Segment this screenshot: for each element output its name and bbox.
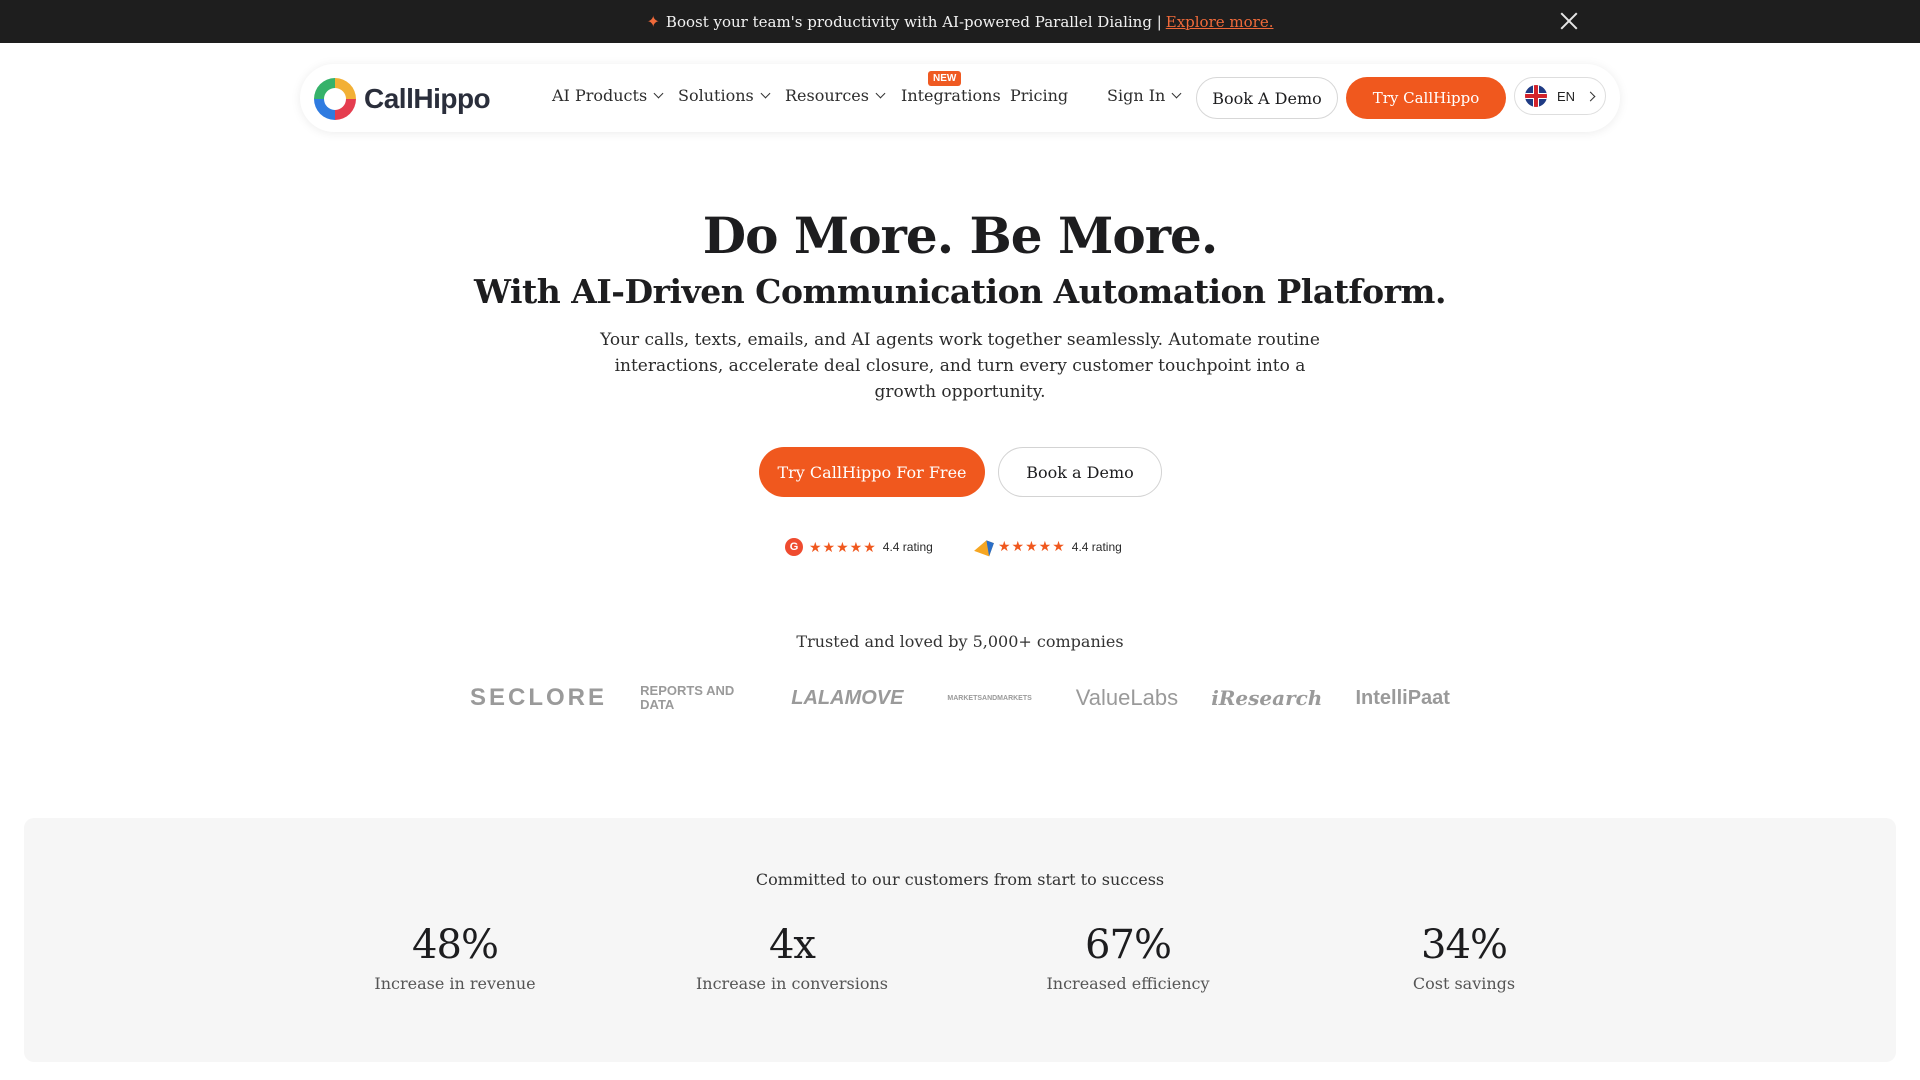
stat-label: Increase in conversions <box>695 974 889 993</box>
nav-item-pricing[interactable]: Pricing <box>1010 86 1068 105</box>
nav-item-integrations[interactable]: Integrations <box>901 86 1001 105</box>
chevron-down-icon <box>1171 88 1182 99</box>
customer-logos: SECLORE REPORTS AND DATA LALAMOVE MARKET… <box>470 678 1450 718</box>
language-selector[interactable]: EN <box>1514 77 1606 115</box>
chevron-down-icon <box>653 88 664 99</box>
brand-logo[interactable]: CallHippo <box>314 78 491 120</box>
callhippo-logo-icon <box>314 78 356 120</box>
announcement-text: Boost your team's productivity with AI-p… <box>665 12 1162 31</box>
customer-logo: MARKETSANDMARKETS <box>947 694 1032 702</box>
stat-value: 34% <box>1421 922 1508 968</box>
nav-item-label: Integrations <box>901 86 1001 105</box>
stat-value: 67% <box>1085 922 1172 968</box>
customer-logo: REPORTS AND DATA <box>640 683 735 712</box>
customer-logo: ValueLabs <box>1075 685 1179 710</box>
rating-stars: ★★★★★ <box>998 538 1066 554</box>
book-a-demo-button[interactable]: Book a Demo <box>998 447 1162 497</box>
chevron-right-icon <box>1585 91 1596 101</box>
brand-name: CallHippo <box>364 83 491 114</box>
nav-item-label: Solutions <box>678 86 754 105</box>
customer-logo: IntelliPaat <box>1355 686 1450 709</box>
g2-icon: G <box>785 538 803 556</box>
rating-stars: ★★★★★ <box>809 538 877 555</box>
stat-value: 4x <box>768 922 816 968</box>
stat-conversions: 4x Increase in conversions <box>662 922 922 993</box>
stat-label: Cost savings <box>1412 974 1516 993</box>
customer-logo: iResearch <box>1211 686 1323 710</box>
stats-heading: Committed to our customers from start to… <box>755 870 1165 889</box>
close-icon[interactable] <box>1556 8 1582 34</box>
sign-in-menu[interactable]: Sign In <box>1107 86 1182 105</box>
nav-item-solutions[interactable]: Solutions <box>678 86 771 105</box>
trusted-text: Trusted and loved by 5,000+ companies <box>796 632 1124 651</box>
customer-logo: LALAMOVE <box>791 686 904 709</box>
rating-label: 4.4 rating <box>882 540 933 554</box>
try-callhippo-button[interactable]: Try CallHippo <box>1346 77 1506 119</box>
hero-title: Do More. Be More. <box>702 206 1219 265</box>
uk-flag-icon <box>1525 85 1547 107</box>
stats-section: Committed to our customers from start to… <box>24 818 1896 1062</box>
sparkle-icon: ✦ <box>646 12 660 31</box>
nav-item-label: Resources <box>785 86 869 105</box>
explore-more-link[interactable]: Explore more. <box>1166 13 1274 31</box>
g2-rating[interactable]: G ★★★★★ 4.4 rating <box>785 538 933 556</box>
nav-item-ai-products[interactable]: AI Products <box>552 86 664 105</box>
capterra-icon <box>974 537 994 556</box>
stat-label: Increase in revenue <box>374 974 536 993</box>
new-badge: NEW <box>928 71 962 86</box>
sign-in-label: Sign In <box>1107 86 1166 105</box>
hero-description: Your calls, texts, emails, and AI agents… <box>600 330 1320 402</box>
stat-revenue: 48% Increase in revenue <box>325 922 585 993</box>
try-free-button[interactable]: Try CallHippo For Free <box>759 447 985 497</box>
chevron-down-icon <box>760 88 771 99</box>
navbar: CallHippo NEW AI Products Solutions Reso… <box>300 64 1620 132</box>
nav-item-resources[interactable]: Resources <box>785 86 886 105</box>
nav-item-label: Pricing <box>1010 86 1069 105</box>
book-demo-button[interactable]: Book A Demo <box>1196 77 1338 119</box>
announcement-bar: ✦ Boost your team's productivity with AI… <box>0 0 1920 43</box>
stat-label: Increased efficiency <box>1046 974 1210 993</box>
rating-label: 4.4 rating <box>1071 539 1122 554</box>
capterra-rating[interactable]: ★★★★★ 4.4 rating <box>974 537 1122 556</box>
stat-efficiency: 67% Increased efficiency <box>998 922 1258 993</box>
language-label: EN <box>1557 88 1576 104</box>
chevron-down-icon <box>875 88 886 99</box>
stat-value: 48% <box>412 922 499 968</box>
nav-item-label: AI Products <box>552 86 648 105</box>
hero-subtitle: With AI-Driven Communication Automation … <box>474 272 1446 311</box>
stat-cost-savings: 34% Cost savings <box>1334 922 1594 993</box>
customer-logo: SECLORE <box>470 684 608 711</box>
